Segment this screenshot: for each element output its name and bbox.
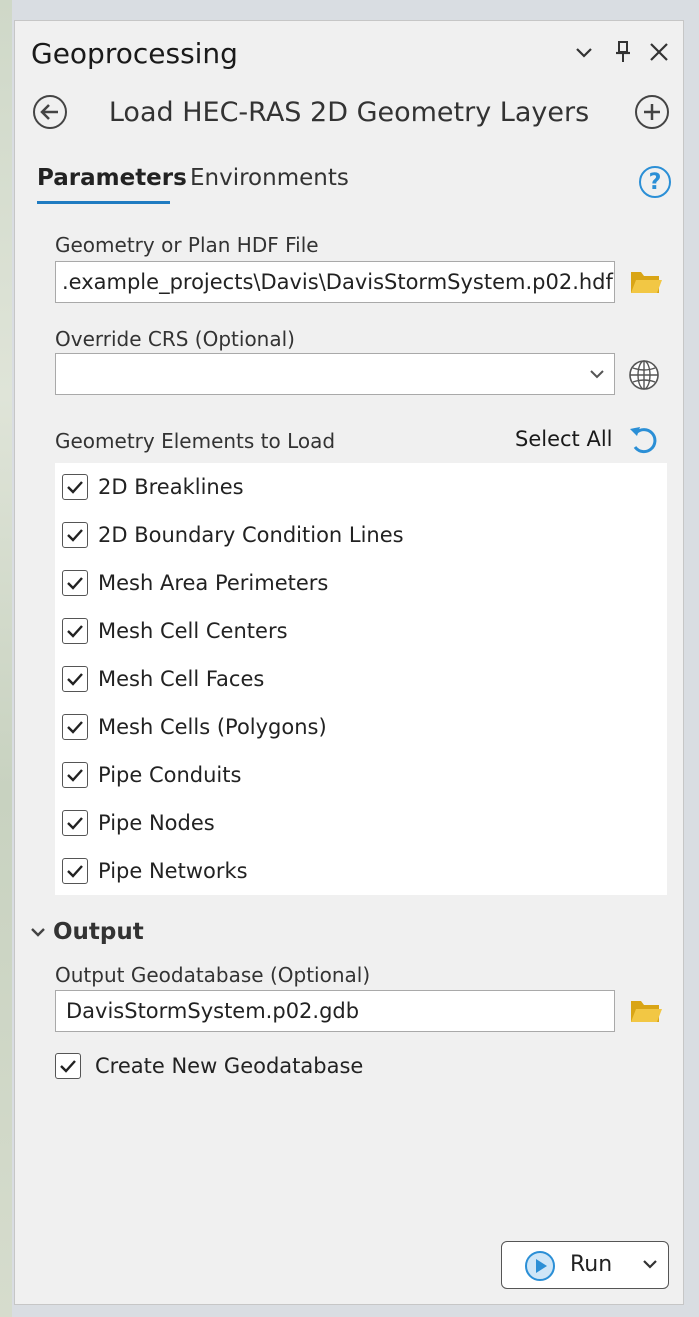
- check-icon: [67, 481, 83, 494]
- geoprocessing-pane: Geoprocessing Load HEC-RAS 2D Geometry L…: [14, 20, 684, 1305]
- active-tab-indicator: [37, 201, 170, 204]
- checkbox[interactable]: [62, 618, 88, 644]
- select-all-link[interactable]: Select All: [515, 427, 613, 451]
- help-icon[interactable]: ?: [639, 166, 671, 198]
- globe-icon[interactable]: [627, 358, 661, 392]
- elements-list: 2D Breaklines 2D Boundary Condition Line…: [55, 463, 667, 895]
- reset-icon[interactable]: [627, 423, 661, 457]
- tab-environments[interactable]: Environments: [190, 165, 349, 191]
- pane-title: Geoprocessing: [31, 37, 238, 70]
- check-icon: [60, 1060, 76, 1073]
- chevron-down-icon[interactable]: [642, 1258, 658, 1270]
- checkbox[interactable]: [62, 714, 88, 740]
- play-icon: [525, 1251, 555, 1281]
- list-item[interactable]: 2D Breaklines: [55, 467, 244, 507]
- check-icon: [67, 673, 83, 686]
- check-icon: [67, 769, 83, 782]
- list-item[interactable]: Pipe Networks: [55, 851, 248, 891]
- check-icon: [67, 721, 83, 734]
- list-item[interactable]: Mesh Cell Faces: [55, 659, 264, 699]
- list-item-label: Pipe Nodes: [98, 811, 215, 835]
- list-item-label: 2D Boundary Condition Lines: [98, 523, 404, 547]
- run-label: Run: [570, 1252, 613, 1277]
- checkbox[interactable]: [55, 1053, 81, 1079]
- list-item[interactable]: Pipe Conduits: [55, 755, 241, 795]
- list-item[interactable]: 2D Boundary Condition Lines: [55, 515, 404, 555]
- list-item-label: Mesh Area Perimeters: [98, 571, 329, 595]
- close-icon[interactable]: [646, 39, 672, 65]
- tool-header: Load HEC-RAS 2D Geometry Layers: [15, 93, 683, 139]
- checkbox[interactable]: [62, 858, 88, 884]
- check-icon: [67, 577, 83, 590]
- create-new-gdb-label: Create New Geodatabase: [95, 1054, 364, 1078]
- list-item[interactable]: Pipe Nodes: [55, 803, 215, 843]
- crs-label: Override CRS (Optional): [55, 327, 295, 351]
- run-button[interactable]: Run: [501, 1241, 669, 1289]
- chevron-down-icon: [590, 370, 604, 379]
- output-section-label: Output: [53, 919, 144, 945]
- output-gdb-input[interactable]: DavisStormSystem.p02.gdb: [55, 990, 615, 1032]
- checkbox[interactable]: [62, 522, 88, 548]
- list-item-label: Pipe Networks: [98, 859, 248, 883]
- checkbox[interactable]: [62, 666, 88, 692]
- list-item-label: 2D Breaklines: [98, 475, 244, 499]
- list-item[interactable]: Mesh Cell Centers: [55, 611, 288, 651]
- chevron-down-icon: [31, 928, 45, 937]
- check-icon: [67, 625, 83, 638]
- crs-select[interactable]: [55, 353, 615, 395]
- tab-parameters[interactable]: Parameters: [37, 165, 187, 191]
- folder-icon[interactable]: [629, 996, 663, 1026]
- hdf-file-input[interactable]: .example_projects\Davis\DavisStormSystem…: [55, 261, 615, 303]
- checkbox[interactable]: [62, 570, 88, 596]
- list-item-label: Mesh Cell Faces: [98, 667, 265, 691]
- add-icon[interactable]: [635, 95, 669, 129]
- list-item-label: Mesh Cell Centers: [98, 619, 288, 643]
- pin-icon[interactable]: [610, 39, 636, 65]
- elements-label: Geometry Elements to Load: [55, 429, 336, 453]
- hdf-file-label: Geometry or Plan HDF File: [55, 233, 319, 257]
- chevron-down-icon[interactable]: [571, 39, 597, 65]
- output-section-toggle[interactable]: Output: [29, 919, 144, 945]
- list-item[interactable]: Mesh Cells (Polygons): [55, 707, 327, 747]
- list-item[interactable]: Mesh Area Perimeters: [55, 563, 328, 603]
- checkbox[interactable]: [62, 762, 88, 788]
- checkbox[interactable]: [62, 474, 88, 500]
- list-item-label: Pipe Conduits: [98, 763, 242, 787]
- check-icon: [67, 817, 83, 830]
- folder-icon[interactable]: [629, 267, 663, 297]
- check-icon: [67, 865, 83, 878]
- list-item-label: Mesh Cells (Polygons): [98, 715, 327, 739]
- check-icon: [67, 529, 83, 542]
- map-background-strip: [0, 0, 12, 1317]
- create-new-gdb-option[interactable]: Create New Geodatabase: [55, 1053, 363, 1079]
- back-arrow-icon[interactable]: [33, 95, 67, 129]
- checkbox[interactable]: [62, 810, 88, 836]
- output-gdb-label: Output Geodatabase (Optional): [55, 963, 371, 987]
- tool-title: Load HEC-RAS 2D Geometry Layers: [108, 97, 590, 128]
